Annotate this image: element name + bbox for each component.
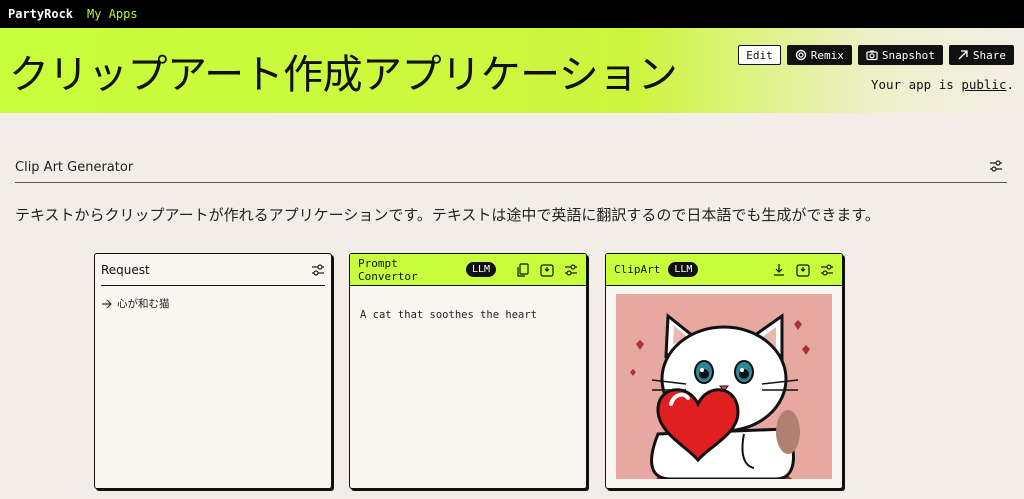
app-header: クリップアート作成アプリケーション Edit Remix Snapshot Sh…	[0, 28, 1024, 113]
snapshot-label: Snapshot	[881, 48, 935, 62]
edit-button[interactable]: Edit	[738, 45, 781, 65]
remix-icon	[795, 49, 806, 61]
sliders-icon[interactable]	[564, 263, 578, 277]
share-button[interactable]: Share	[948, 45, 1014, 65]
my-apps-link[interactable]: My Apps	[87, 7, 138, 21]
clipart-title: ClipArt	[614, 263, 661, 276]
top-nav: PartyRock My Apps	[0, 0, 1024, 28]
convertor-title-line1: Prompt	[358, 256, 398, 270]
clipart-card: ClipArt LLM	[605, 253, 843, 489]
cat-with-heart-illustration	[616, 294, 832, 479]
visibility-suffix: .	[1006, 77, 1014, 92]
app-description: テキストからクリップアートが作れるアプリケーションです。テキストは途中で英語に翻…	[15, 206, 880, 224]
remix-label: Remix	[810, 48, 844, 62]
edit-label: Edit	[746, 48, 773, 62]
sliders-icon[interactable]	[311, 263, 325, 277]
request-title: Request	[101, 262, 150, 277]
remix-button[interactable]: Remix	[786, 45, 852, 65]
arrow-right-icon	[102, 299, 112, 308]
section-title: Clip Art Generator	[15, 160, 134, 175]
page-title: クリップアート作成アプリケーション	[9, 52, 678, 98]
clipart-image	[616, 294, 832, 479]
convertor-card-header: Prompt Convertor LLM	[350, 254, 586, 286]
refresh-icon[interactable]	[540, 263, 554, 277]
request-card-header: Request	[101, 254, 325, 286]
sliders-icon[interactable]	[820, 263, 834, 277]
snapshot-button[interactable]: Snapshot	[857, 45, 943, 65]
request-entry[interactable]: 心が和む猫	[101, 296, 331, 311]
visibility-public-link[interactable]: public	[961, 77, 1006, 92]
visibility-prefix: Your app is	[871, 77, 962, 92]
visibility-status: Your app is public.	[871, 77, 1014, 92]
copy-icon[interactable]	[516, 262, 530, 277]
download-icon[interactable]	[772, 263, 786, 277]
header-actions: Edit Remix Snapshot Share	[738, 45, 1014, 65]
share-label: Share	[972, 48, 1006, 62]
sliders-icon[interactable]	[989, 159, 1003, 173]
llm-badge: LLM	[465, 262, 496, 277]
prompt-convertor-card: Prompt Convertor LLM A cat that soothes t…	[349, 253, 587, 489]
convertor-title: Prompt Convertor	[358, 257, 466, 283]
llm-badge: LLM	[668, 262, 699, 277]
convertor-output: A cat that soothes the heart	[360, 309, 538, 321]
convertor-title-line2: Convertor	[358, 269, 418, 283]
camera-icon	[866, 50, 878, 61]
section-header: Clip Art Generator	[15, 158, 1007, 183]
arrow-up-right-icon	[958, 50, 968, 60]
request-card: Request 心が和む猫	[94, 253, 332, 489]
brand-logo[interactable]: PartyRock	[8, 7, 73, 21]
request-entry-text: 心が和む猫	[117, 298, 170, 310]
clipart-card-header: ClipArt LLM	[606, 254, 842, 286]
refresh-icon[interactable]	[796, 263, 810, 277]
